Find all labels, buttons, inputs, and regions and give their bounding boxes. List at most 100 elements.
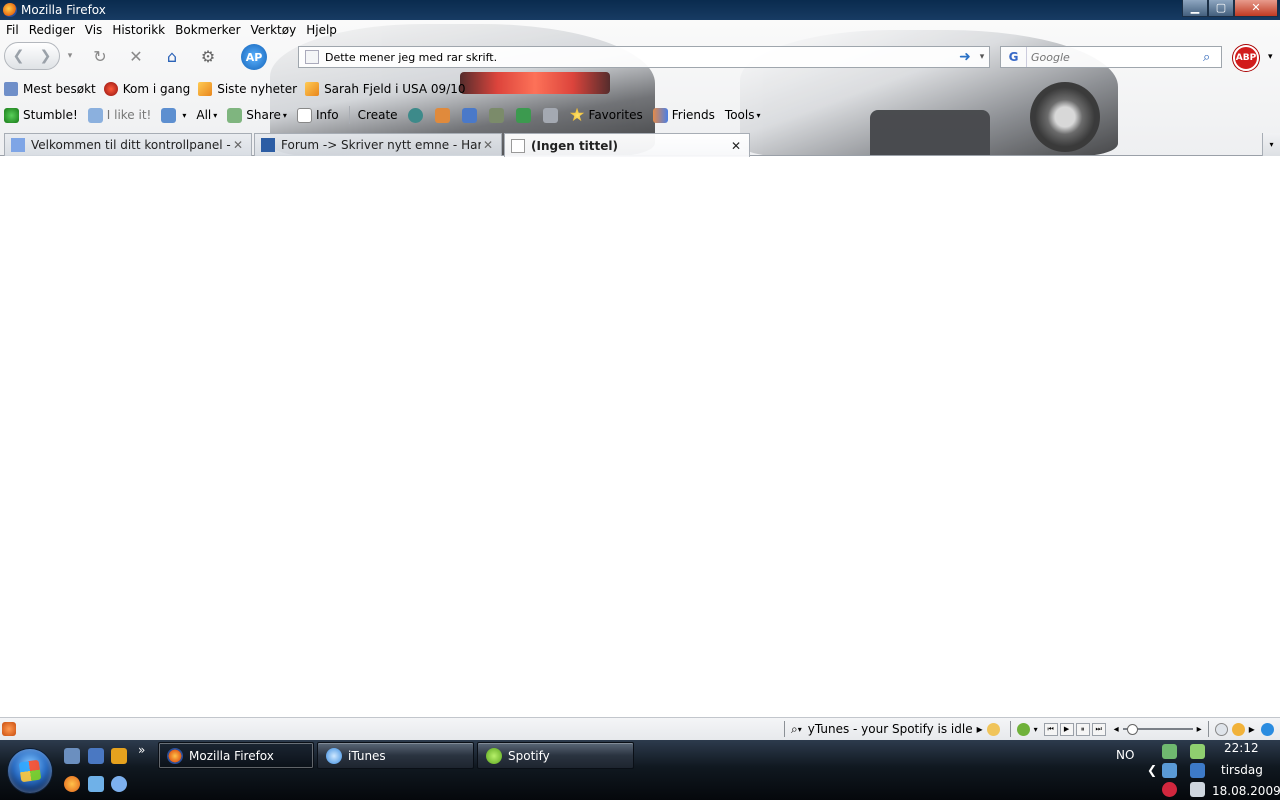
messenger-icon[interactable] bbox=[88, 776, 104, 792]
home-icon[interactable]: ⌂ bbox=[160, 44, 184, 68]
photo-icon[interactable] bbox=[461, 107, 477, 123]
player-dropdown-icon[interactable]: ▾ bbox=[1034, 725, 1038, 734]
title-bar: Mozilla Firefox ▁ ▢ ✕ bbox=[0, 0, 1280, 20]
friends-button[interactable]: Friends bbox=[652, 107, 715, 123]
channels-icon[interactable] bbox=[515, 107, 531, 123]
stop-icon[interactable]: ✕ bbox=[124, 44, 148, 68]
clock-date[interactable]: 18.08.2009 bbox=[1212, 784, 1280, 798]
i-like-it-button[interactable]: I like it! bbox=[87, 107, 151, 123]
media-player-icon[interactable] bbox=[111, 748, 127, 764]
tray-battery-icon[interactable] bbox=[1190, 744, 1205, 759]
addon-icon[interactable]: ⚙ bbox=[196, 44, 220, 68]
clock-time[interactable]: 22:12 bbox=[1224, 741, 1259, 755]
now-playing-arrow-icon[interactable]: ▸ bbox=[977, 722, 983, 736]
quicklaunch-more-icon[interactable]: » bbox=[138, 743, 145, 757]
play-icon[interactable]: ▶ bbox=[1059, 722, 1074, 736]
menu-historikk[interactable]: Historikk bbox=[112, 23, 165, 37]
menu-verktoy[interactable]: Verktøy bbox=[251, 23, 297, 37]
menu-bokmerker[interactable]: Bokmerker bbox=[175, 23, 240, 37]
taskbar-itunes[interactable]: iTunes bbox=[317, 742, 474, 769]
search-bar[interactable]: G ⌕ bbox=[1000, 46, 1222, 68]
previous-track-icon[interactable]: ⏮ bbox=[1043, 722, 1058, 736]
tray-antivirus-icon[interactable] bbox=[1162, 782, 1177, 797]
forward-icon[interactable]: ❯ bbox=[40, 48, 52, 64]
url-dropdown-icon[interactable]: ▾ bbox=[975, 52, 989, 62]
help-icon[interactable] bbox=[1231, 722, 1245, 736]
page-content[interactable] bbox=[0, 157, 1280, 717]
tray-connection-icon[interactable] bbox=[1190, 763, 1205, 778]
itunes-icon[interactable] bbox=[986, 722, 1000, 736]
search-dropdown-icon[interactable]: ▾ bbox=[798, 725, 802, 734]
share-button[interactable]: Share ▾ bbox=[227, 107, 287, 123]
bookmark-mest-besokt[interactable]: Mest besøkt bbox=[4, 82, 96, 96]
video-icon[interactable] bbox=[488, 107, 504, 123]
minimize-button[interactable]: ▁ bbox=[1182, 0, 1208, 17]
spotify-icon[interactable] bbox=[1016, 722, 1030, 736]
reload-icon[interactable]: ↻ bbox=[88, 44, 112, 68]
tab-close-icon[interactable]: ✕ bbox=[231, 138, 245, 152]
tray-volume-icon[interactable] bbox=[1190, 782, 1205, 797]
search-icon[interactable]: ⌕ bbox=[791, 722, 798, 737]
google-engine-icon[interactable]: G bbox=[1001, 47, 1027, 67]
volume-up-icon[interactable]: ▸ bbox=[1197, 724, 1202, 735]
tab-close-icon[interactable]: ✕ bbox=[729, 139, 743, 153]
ap-addon-button[interactable]: AP bbox=[241, 44, 267, 70]
adblock-dropdown-icon[interactable]: ▾ bbox=[1268, 52, 1273, 62]
next-track-icon[interactable]: ⏭ bbox=[1091, 722, 1106, 736]
show-desktop-icon[interactable] bbox=[64, 748, 80, 764]
tab-close-icon[interactable]: ✕ bbox=[481, 138, 495, 152]
addon-status-icon[interactable] bbox=[2, 722, 16, 736]
bookmark-siste-nyheter[interactable]: Siste nyheter bbox=[198, 82, 297, 96]
tab-forum[interactable]: Forum -> Skriver nytt emne - Hard... ✕ bbox=[254, 133, 502, 156]
search-input[interactable] bbox=[1027, 50, 1203, 64]
volume-slider[interactable] bbox=[1122, 724, 1193, 735]
info-button[interactable]: Info bbox=[296, 107, 339, 123]
menu-hjelp[interactable]: Hjelp bbox=[306, 23, 337, 37]
tab-kontrollpanel[interactable]: Velkommen til ditt kontrollpanel - ... ✕ bbox=[4, 133, 252, 156]
tag-icon[interactable] bbox=[542, 107, 558, 123]
menu-vis[interactable]: Vis bbox=[85, 23, 103, 37]
switch-windows-icon[interactable] bbox=[88, 748, 104, 764]
menu-fil[interactable]: Fil bbox=[6, 23, 19, 37]
itunes-quicklaunch-icon[interactable] bbox=[111, 776, 127, 792]
stumble-button[interactable]: Stumble! bbox=[4, 107, 78, 123]
menu-rediger[interactable]: Rediger bbox=[29, 23, 75, 37]
dislike-button[interactable]: ▾ bbox=[161, 107, 186, 123]
taskbar-firefox[interactable]: Mozilla Firefox bbox=[158, 742, 314, 769]
tools-dropdown[interactable]: Tools ▾ bbox=[725, 108, 761, 122]
volume-down-icon[interactable]: ◂ bbox=[1114, 724, 1119, 735]
toolbar-separator bbox=[348, 106, 350, 124]
all-dropdown[interactable]: All ▾ bbox=[196, 108, 217, 122]
history-dropdown-icon[interactable]: ▾ bbox=[64, 48, 76, 64]
people-icon[interactable] bbox=[434, 107, 450, 123]
bookmark-kom-i-gang[interactable]: Kom i gang bbox=[103, 82, 190, 96]
url-bar[interactable]: ➜ ▾ bbox=[298, 46, 990, 68]
create-button[interactable]: Create bbox=[358, 108, 398, 122]
clock-day[interactable]: tirsdag bbox=[1221, 763, 1263, 777]
tray-network-icon[interactable] bbox=[1162, 744, 1177, 759]
favorites-button[interactable]: Favorites bbox=[569, 107, 643, 123]
show-hidden-icons[interactable]: ❮ bbox=[1147, 763, 1157, 777]
firefox-quicklaunch-icon[interactable] bbox=[64, 776, 80, 792]
pause-icon[interactable]: ⏸ bbox=[1075, 722, 1090, 736]
url-input[interactable] bbox=[325, 50, 955, 64]
ap-status-icon[interactable] bbox=[1260, 722, 1274, 736]
back-forward-button[interactable]: ❮ ❯ bbox=[4, 42, 60, 70]
maximize-button[interactable]: ▢ bbox=[1208, 0, 1234, 17]
globe-icon[interactable] bbox=[407, 107, 423, 123]
tray-messenger-icon[interactable] bbox=[1162, 763, 1177, 778]
info-icon[interactable] bbox=[1214, 722, 1228, 736]
tab-ingen-tittel-active[interactable]: (Ingen tittel) ✕ bbox=[504, 133, 750, 157]
search-icon[interactable]: ⌕ bbox=[1203, 50, 1221, 65]
taskbar-spotify[interactable]: Spotify bbox=[477, 742, 634, 769]
menu-arrow-icon[interactable]: ▸ bbox=[1249, 722, 1255, 736]
go-arrow-icon[interactable]: ➜ bbox=[955, 49, 975, 65]
language-indicator[interactable]: NO bbox=[1116, 748, 1134, 762]
start-button[interactable] bbox=[8, 749, 52, 793]
bookmark-sarah-fjeld[interactable]: Sarah Fjeld i USA 09/10 bbox=[305, 82, 466, 96]
close-button[interactable]: ✕ bbox=[1234, 0, 1278, 17]
dislike-dropdown-icon[interactable]: ▾ bbox=[182, 111, 186, 120]
adblock-plus-button[interactable]: ABP bbox=[1233, 45, 1259, 71]
back-icon[interactable]: ❮ bbox=[13, 48, 25, 64]
list-all-tabs-icon[interactable]: ▾ bbox=[1262, 133, 1280, 156]
